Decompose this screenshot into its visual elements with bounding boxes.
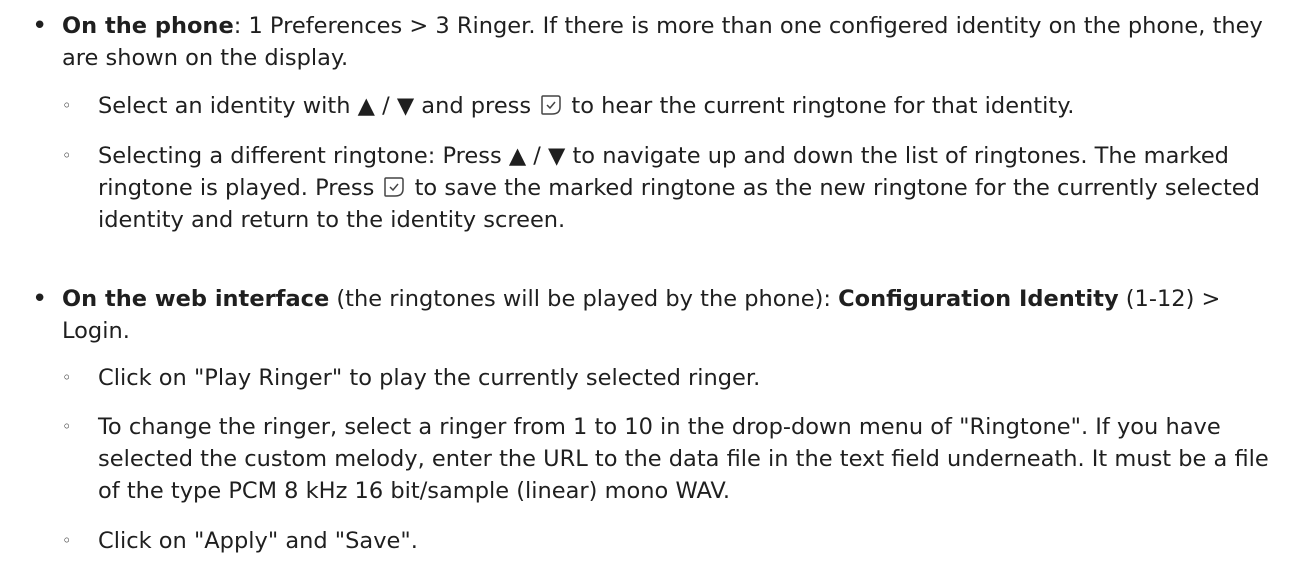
phone-item1-text-b: to hear the current ringtone for that id… bbox=[564, 93, 1075, 119]
sub-bullet: ◦ bbox=[62, 531, 72, 550]
sub-bullet: ◦ bbox=[62, 96, 72, 115]
paragraph-web-1: Click on "Play Ringer" to play the curre… bbox=[98, 365, 761, 391]
phone-text: : 1 Preferences > 3 Ringer. If there is … bbox=[62, 13, 1263, 71]
paragraph-web-3: Click on "Apply" and "Save". bbox=[98, 528, 418, 554]
paragraph-web-2: To change the ringer, select a ringer fr… bbox=[98, 414, 1269, 504]
paragraph-web: On the web interface (the ringtones will… bbox=[62, 283, 1279, 347]
heading-config-identity: Configuration Identity bbox=[838, 286, 1119, 312]
paragraph-phone: On the phone: 1 Preferences > 3 Ringer. … bbox=[62, 10, 1279, 74]
paragraph-phone-2: Selecting a different ringtone: Press ▲ … bbox=[98, 140, 1277, 236]
ok-key-icon bbox=[539, 93, 563, 117]
sub-bullet: ◦ bbox=[62, 417, 72, 436]
web-text-a: (the ringtones will be played by the pho… bbox=[329, 286, 839, 312]
ok-key-icon bbox=[382, 175, 406, 199]
document-page: • On the phone: 1 Preferences > 3 Ringer… bbox=[0, 0, 1299, 571]
bullet: • bbox=[32, 11, 48, 41]
phone-item1-text-a: Select an identity with ▲ / ▼ and press bbox=[98, 93, 539, 119]
heading-web: On the web interface bbox=[62, 286, 330, 312]
paragraph-phone-1: Select an identity with ▲ / ▼ and press … bbox=[98, 90, 1277, 122]
bullet: • bbox=[32, 284, 48, 314]
heading-phone: On the phone bbox=[62, 13, 234, 39]
sub-bullet: ◦ bbox=[62, 368, 72, 387]
sub-bullet: ◦ bbox=[62, 146, 72, 165]
